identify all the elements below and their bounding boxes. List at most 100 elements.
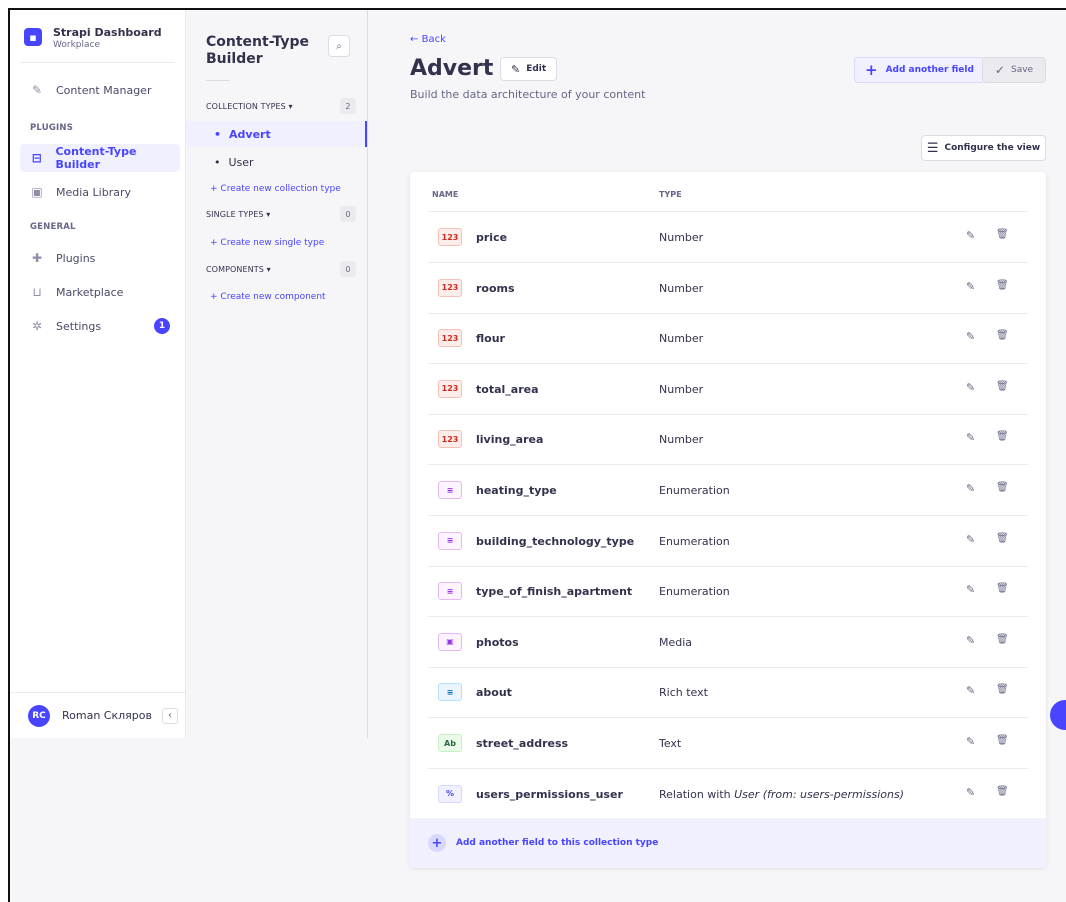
nav-item-settings[interactable]: ✲ Settings 1: [20, 312, 180, 340]
table-row[interactable]: 123 rooms Number ✎ 🗑: [428, 263, 1028, 314]
field-name: total_area: [476, 382, 539, 396]
pencil-icon: ✎: [31, 83, 43, 97]
nav-item-media-library[interactable]: ▣ Media Library: [20, 178, 180, 206]
section-label: SINGLE TYPES: [206, 209, 264, 219]
table-row[interactable]: ▣ photos Media ✎ 🗑: [428, 617, 1028, 668]
collection-item-advert[interactable]: • Advert: [186, 121, 367, 147]
add-field-to-collection-footer[interactable]: + Add another field to this collection t…: [410, 818, 1046, 868]
edit-field-icon[interactable]: ✎: [966, 330, 975, 343]
subnav-title: Content-Type Builder: [206, 34, 309, 67]
nav-item-content-type-builder[interactable]: ⊟ Content-Type Builder: [20, 144, 180, 172]
table-row[interactable]: 123 living_area Number ✎ 🗑: [428, 414, 1028, 466]
field-type-icon: ≡: [438, 582, 462, 601]
table-row[interactable]: 123 total_area Number ✎ 🗑: [428, 364, 1028, 415]
nav-item-content-manager[interactable]: ✎ Content Manager: [20, 76, 180, 104]
field-type-icon: ≡: [438, 683, 462, 702]
link-label: Create new single type: [220, 238, 325, 248]
field-type-icon: ≡: [438, 531, 462, 550]
delete-field-icon[interactable]: 🗑: [996, 431, 1009, 442]
nav-item-label: Media Library: [56, 185, 131, 199]
nav-item-label: Content Manager: [56, 83, 152, 97]
create-component-link[interactable]: + Create new component: [210, 292, 326, 302]
relation-target: User (from: users-permissions): [734, 787, 905, 801]
field-name: price: [476, 231, 508, 244]
create-collection-type-link[interactable]: + Create new collection type: [210, 184, 341, 194]
delete-field-icon[interactable]: 🗑: [996, 330, 1009, 341]
table-row[interactable]: Ab street_address Text ✎ 🗑: [428, 718, 1028, 769]
field-type: Number: [659, 433, 703, 446]
field-name: flour: [476, 332, 505, 346]
delete-field-icon[interactable]: 🗑: [996, 634, 1009, 645]
subnav-divider: [206, 80, 230, 81]
pencil-icon: ✎: [511, 62, 521, 76]
plus-icon: +: [210, 184, 221, 194]
table-header: NAME TYPE: [428, 172, 1028, 212]
delete-field-icon[interactable]: 🗑: [996, 533, 1009, 544]
save-label: Save: [1010, 65, 1034, 75]
puzzle-icon: ✚: [31, 251, 43, 265]
nav-section-plugins: PLUGINS: [30, 123, 74, 133]
add-another-field-button[interactable]: + Add another field: [854, 57, 985, 83]
section-collection-types[interactable]: COLLECTION TYPES ▾ 2: [206, 98, 356, 114]
collection-count-badge: 2: [340, 98, 356, 114]
section-components[interactable]: COMPONENTS ▾ 0: [206, 261, 356, 277]
delete-field-icon[interactable]: 🗑: [996, 280, 1009, 291]
field-type-label: Relation with: [659, 787, 731, 801]
field-type: Enumeration: [659, 585, 730, 598]
avatar[interactable]: RC: [28, 704, 50, 727]
edit-field-icon[interactable]: ✎: [966, 735, 975, 748]
field-type-label: Media: [659, 635, 693, 649]
nav-item-label: Settings: [56, 319, 102, 333]
edit-field-icon[interactable]: ✎: [966, 381, 975, 394]
delete-field-icon[interactable]: 🗑: [996, 735, 1009, 746]
field-type: Rich text: [659, 686, 708, 699]
table-row[interactable]: ≡ type_of_finish_apartment Enumeration ✎ 🗑: [428, 566, 1028, 618]
search-icon[interactable]: ⌕: [328, 35, 350, 57]
edit-field-icon[interactable]: ✎: [966, 786, 975, 799]
back-link[interactable]: ← Back: [410, 34, 446, 45]
edit-field-icon[interactable]: ✎: [966, 634, 975, 647]
main-content: ← Back Advert ✎ Edit Build the data arch…: [368, 10, 1066, 902]
edit-field-icon[interactable]: ✎: [966, 684, 975, 697]
field-name: rooms: [476, 281, 515, 295]
table-row[interactable]: 123 price Number ✎ 🗑: [428, 212, 1028, 263]
field-type-label: Enumeration: [659, 585, 730, 599]
create-single-type-link[interactable]: + Create new single type: [210, 238, 324, 248]
section-single-types[interactable]: SINGLE TYPES ▾ 0: [206, 206, 356, 222]
delete-field-icon[interactable]: 🗑: [996, 229, 1009, 240]
field-name: photos: [476, 635, 519, 649]
collapse-nav-button[interactable]: ‹: [161, 707, 178, 724]
cart-icon: ⊔: [32, 285, 42, 299]
brand-title: Strapi Dashboard: [53, 26, 162, 39]
nav-divider: [20, 62, 175, 63]
arrow-left-icon: ←: [410, 34, 419, 45]
edit-field-icon[interactable]: ✎: [966, 583, 975, 596]
table-row[interactable]: % users_permissions_user Relation with Use…: [428, 769, 1028, 820]
field-type-icon: 123: [438, 278, 462, 297]
table-row[interactable]: ≡ heating_type Enumeration ✎ 🗑: [428, 465, 1028, 516]
field-type: Number: [659, 332, 703, 345]
edit-field-icon[interactable]: ✎: [966, 229, 975, 242]
edit-field-icon[interactable]: ✎: [966, 431, 975, 444]
nav-item-label: Plugins: [56, 251, 96, 265]
save-button[interactable]: ✓ Save: [982, 57, 1046, 83]
user-name[interactable]: Roman Скляров: [62, 709, 152, 722]
table-row[interactable]: ≡ building_technology_type Enumeration ✎ 🗑: [428, 516, 1028, 567]
delete-field-icon[interactable]: 🗑: [996, 381, 1009, 392]
chevron-down-icon: ▾: [266, 209, 271, 219]
edit-field-icon[interactable]: ✎: [966, 482, 975, 495]
edit-field-icon[interactable]: ✎: [966, 533, 975, 546]
delete-field-icon[interactable]: 🗑: [996, 684, 1009, 695]
edit-field-icon[interactable]: ✎: [966, 280, 975, 293]
delete-field-icon[interactable]: 🗑: [996, 583, 1009, 594]
configure-view-button[interactable]: ☰ Configure the view: [921, 135, 1046, 161]
nav-item-marketplace[interactable]: ⊔ Marketplace: [20, 278, 180, 306]
table-row[interactable]: ≡ about Rich text ✎ 🗑: [428, 667, 1028, 719]
delete-field-icon[interactable]: 🗑: [996, 786, 1009, 797]
delete-field-icon[interactable]: 🗑: [996, 482, 1009, 493]
fields-table-card: NAME TYPE 123 price Number ✎ 🗑 123 rooms Number…: [410, 172, 1046, 868]
table-row[interactable]: 123 flour Number ✎ 🗑: [428, 313, 1028, 365]
edit-button[interactable]: ✎ Edit: [500, 57, 558, 81]
collection-item-user[interactable]: • User: [186, 149, 367, 175]
nav-item-plugins[interactable]: ✚ Plugins: [20, 244, 180, 272]
